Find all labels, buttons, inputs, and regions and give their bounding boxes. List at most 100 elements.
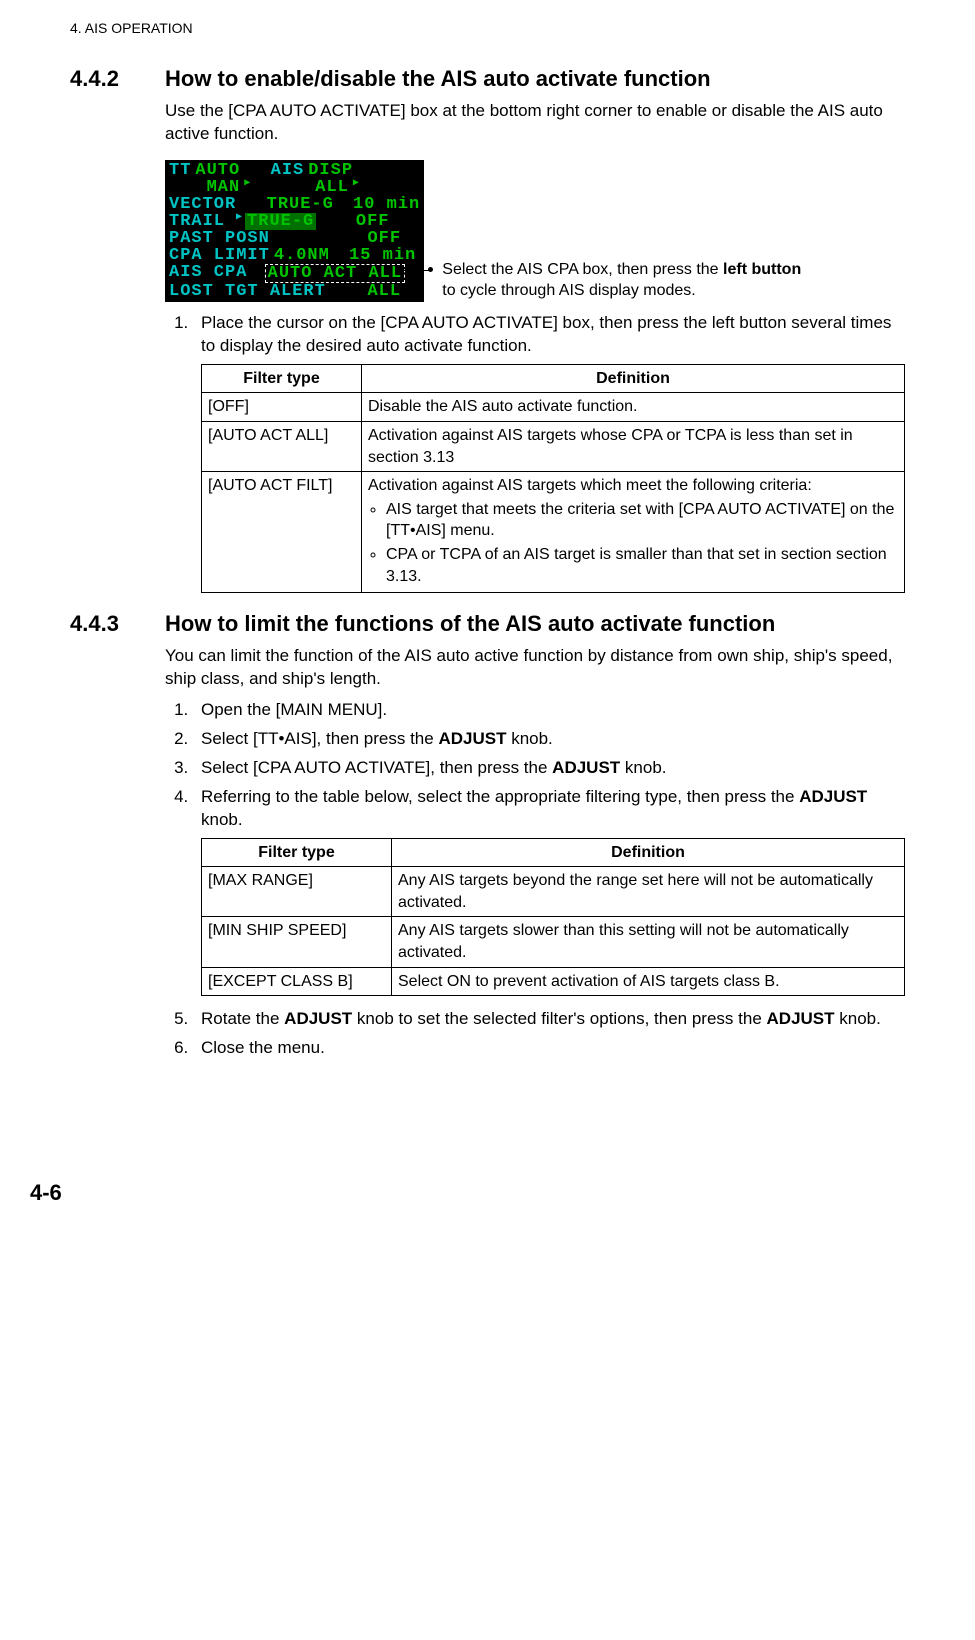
panel-text: LOST TGT ALERT bbox=[167, 283, 328, 300]
panel-text bbox=[332, 247, 347, 264]
section-443-intro: You can limit the function of the AIS au… bbox=[165, 645, 905, 691]
table-header: Definition bbox=[392, 838, 905, 867]
step-text: Select [CPA AUTO ACTIVATE], then press t… bbox=[201, 758, 552, 777]
step-item: Select [CPA AUTO ACTIVATE], then press t… bbox=[193, 757, 905, 780]
section-442-heading: 4.4.2 How to enable/disable the AIS auto… bbox=[70, 66, 905, 92]
panel-text bbox=[336, 196, 351, 213]
triangle-icon: ▶ bbox=[227, 213, 245, 230]
page-number: 4-6 bbox=[30, 1180, 905, 1206]
table-cell: [EXCEPT CLASS B] bbox=[202, 967, 392, 996]
table-row: [OFF] Disable the AIS auto activate func… bbox=[202, 393, 905, 422]
list-item: CPA or TCPA of an AIS target is smaller … bbox=[386, 544, 898, 587]
section-number: 4.4.3 bbox=[70, 611, 165, 637]
filter-table-442: Filter type Definition [OFF] Disable the… bbox=[201, 364, 905, 593]
panel-text: OFF bbox=[354, 213, 392, 230]
table-cell: Any AIS targets beyond the range set her… bbox=[392, 867, 905, 917]
panel-text bbox=[272, 230, 366, 247]
step-text: Place the cursor on the [CPA AUTO ACTIVA… bbox=[201, 313, 891, 355]
panel-text: ALL bbox=[313, 179, 351, 196]
panel-text bbox=[253, 179, 313, 196]
table-cell: Activation against AIS targets whose CPA… bbox=[362, 421, 905, 471]
panel-text: ALL bbox=[365, 283, 403, 300]
step-item: Place the cursor on the [CPA AUTO ACTIVA… bbox=[193, 312, 905, 593]
table-cell: [AUTO ACT FILT] bbox=[202, 472, 362, 593]
panel-text: PAST POSN bbox=[167, 230, 272, 247]
step-item: Rotate the ADJUST knob to set the select… bbox=[193, 1008, 905, 1031]
triangle-icon: ▶ bbox=[351, 179, 362, 196]
step-text: Rotate the bbox=[201, 1009, 284, 1028]
panel-highlight: TRUE-G bbox=[245, 213, 316, 230]
table-cell: Disable the AIS auto activate function. bbox=[362, 393, 905, 422]
panel-text bbox=[316, 213, 354, 230]
section-number: 4.4.2 bbox=[70, 66, 165, 92]
panel-text: AIS CPA bbox=[167, 264, 249, 283]
panel-text: AIS bbox=[269, 162, 307, 179]
panel-text bbox=[167, 179, 205, 196]
panel-text: CPA LIMIT bbox=[167, 247, 272, 264]
list-item: AIS target that meets the criteria set w… bbox=[386, 499, 898, 542]
step-bold: ADJUST bbox=[552, 758, 620, 777]
step-text: knob. bbox=[506, 729, 552, 748]
panel-selected-box: AUTO ACT ALL bbox=[265, 264, 405, 283]
callout-line bbox=[396, 270, 430, 271]
panel-text: 10 min bbox=[351, 196, 422, 213]
triangle-icon: ▶ bbox=[242, 179, 253, 196]
step-text: knob. bbox=[201, 810, 243, 829]
callout-text-pre: Select the AIS CPA box, then press the bbox=[442, 261, 723, 278]
step-bold: ADJUST bbox=[284, 1009, 352, 1028]
step-item: Open the [MAIN MENU]. bbox=[193, 699, 905, 722]
table-cell: [MIN SHIP SPEED] bbox=[202, 917, 392, 967]
steps-443: Open the [MAIN MENU]. Select [TT•AIS], t… bbox=[165, 699, 905, 1060]
step-item: Close the menu. bbox=[193, 1037, 905, 1060]
panel-text bbox=[238, 196, 264, 213]
table-cell: Select ON to prevent activation of AIS t… bbox=[392, 967, 905, 996]
step-item: Referring to the table below, select the… bbox=[193, 786, 905, 996]
step-text: knob to set the selected filter's option… bbox=[352, 1009, 766, 1028]
callout-text-bold: left button bbox=[723, 261, 801, 278]
panel-text: AUTO bbox=[193, 162, 242, 179]
panel-text: VECTOR bbox=[167, 196, 238, 213]
steps-442: Place the cursor on the [CPA AUTO ACTIVA… bbox=[165, 312, 905, 593]
panel-text: MAN bbox=[205, 179, 243, 196]
table-row: [MAX RANGE] Any AIS targets beyond the r… bbox=[202, 867, 905, 917]
section-title: How to enable/disable the AIS auto activ… bbox=[165, 66, 711, 92]
cell-lead: Activation against AIS targets which mee… bbox=[368, 477, 812, 494]
table-row: Filter type Definition bbox=[202, 364, 905, 393]
table-cell: Any AIS targets slower than this setting… bbox=[392, 917, 905, 967]
table-header: Definition bbox=[362, 364, 905, 393]
panel-text: TRAIL bbox=[167, 213, 227, 230]
panel-text: DISP bbox=[306, 162, 355, 179]
panel-text bbox=[328, 283, 366, 300]
table-row: [AUTO ACT FILT] Activation against AIS t… bbox=[202, 472, 905, 593]
panel-text: OFF bbox=[365, 230, 403, 247]
step-bold: ADJUST bbox=[799, 787, 867, 806]
table-cell: [OFF] bbox=[202, 393, 362, 422]
panel-text: 15 min bbox=[347, 247, 418, 264]
figure-callout: Select the AIS CPA box, then press the l… bbox=[442, 260, 802, 302]
step-item: Select [TT•AIS], then press the ADJUST k… bbox=[193, 728, 905, 751]
table-header: Filter type bbox=[202, 838, 392, 867]
section-title: How to limit the functions of the AIS au… bbox=[165, 611, 775, 637]
table-header: Filter type bbox=[202, 364, 362, 393]
step-bold: ADJUST bbox=[438, 729, 506, 748]
step-bold: ADJUST bbox=[767, 1009, 835, 1028]
table-cell: Activation against AIS targets which mee… bbox=[362, 472, 905, 593]
panel-text: TRUE-G bbox=[265, 196, 336, 213]
section-443-heading: 4.4.3 How to limit the functions of the … bbox=[70, 611, 905, 637]
table-row: Filter type Definition bbox=[202, 838, 905, 867]
filter-table-443: Filter type Definition [MAX RANGE] Any A… bbox=[201, 838, 905, 997]
panel-text: TT bbox=[167, 162, 193, 179]
table-cell: [MAX RANGE] bbox=[202, 867, 392, 917]
table-row: [MIN SHIP SPEED] Any AIS targets slower … bbox=[202, 917, 905, 967]
step-text: Select [TT•AIS], then press the bbox=[201, 729, 438, 748]
step-text: Referring to the table below, select the… bbox=[201, 787, 799, 806]
panel-text: 4.0NM bbox=[272, 247, 332, 264]
callout-dot-icon bbox=[428, 267, 433, 272]
chapter-header: 4. AIS OPERATION bbox=[70, 20, 905, 36]
ais-panel-mock: TT AUTO AIS DISP MAN ▶ ALL ▶ VECTOR bbox=[165, 160, 424, 302]
table-cell: [AUTO ACT ALL] bbox=[202, 421, 362, 471]
cell-sublist: AIS target that meets the criteria set w… bbox=[368, 499, 898, 587]
step-text: knob. bbox=[835, 1009, 881, 1028]
section-442-intro: Use the [CPA AUTO ACTIVATE] box at the b… bbox=[165, 100, 905, 146]
callout-text-post: to cycle through AIS display modes. bbox=[442, 282, 695, 299]
